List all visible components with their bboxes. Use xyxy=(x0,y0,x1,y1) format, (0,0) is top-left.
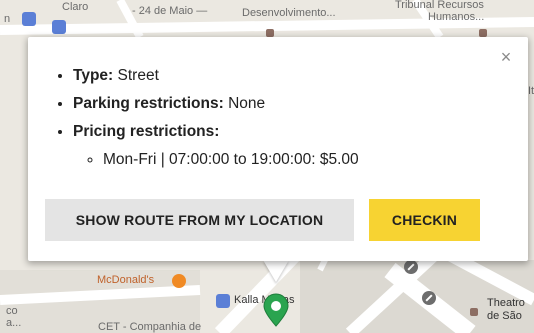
map-label-mcdonalds: McDonald's xyxy=(97,274,155,286)
show-route-button[interactable]: SHOW ROUTE FROM MY LOCATION xyxy=(45,199,354,241)
parking-details: Type: Street Parking restrictions: None … xyxy=(73,67,359,179)
close-icon[interactable]: × xyxy=(496,47,516,67)
map-label-right: It xyxy=(528,85,534,97)
map-label-tribunal: Tribunal Recursos xyxy=(395,0,484,11)
location-marker-icon[interactable] xyxy=(262,293,290,327)
map-label-claro: Claro xyxy=(62,1,89,13)
parking-restrictions-value: None xyxy=(228,95,266,112)
parking-restrictions-label: Parking restrictions: xyxy=(73,95,224,112)
no-entry-icon xyxy=(422,291,436,305)
shop-icon xyxy=(216,294,230,308)
map-label-humanos: Humanos... xyxy=(428,11,485,23)
info-window: × Type: Street Parking restrictions: Non… xyxy=(28,37,528,261)
pricing-restrictions-row: Pricing restrictions: Mon-Fri | 07:00:00… xyxy=(73,123,359,169)
type-row: Type: Street xyxy=(73,67,359,85)
map-label-n: n xyxy=(4,13,11,25)
pricing-restrictions-label: Pricing restrictions: xyxy=(73,123,220,140)
map-label-theatro: Theatro xyxy=(487,297,525,309)
map-label-a: a... xyxy=(6,317,22,329)
building-icon xyxy=(266,29,274,37)
type-value: Street xyxy=(117,67,159,84)
map-label-street: - 24 de Maio — xyxy=(132,5,208,17)
map-label-desenvolvimento: Desenvolvimento... xyxy=(242,7,336,19)
pricing-item: Mon-Fri | 07:00:00 to 19:00:00: $5.00 xyxy=(103,151,359,169)
building-icon xyxy=(479,29,487,37)
map-label-co: co xyxy=(6,305,18,317)
theatre-icon xyxy=(470,308,478,316)
shop-icon xyxy=(22,12,36,26)
type-label: Type: xyxy=(73,67,114,84)
info-window-tail xyxy=(263,260,289,282)
map-label-cet: CET - Companhia de xyxy=(98,321,202,333)
pricing-list: Mon-Fri | 07:00:00 to 19:00:00: $5.00 xyxy=(103,151,359,169)
restaurant-icon xyxy=(172,274,186,288)
map-label-de-sao: de São xyxy=(487,310,522,322)
parking-restrictions-row: Parking restrictions: None xyxy=(73,95,359,113)
shop-icon xyxy=(52,20,66,34)
no-entry-icon xyxy=(404,260,418,274)
checkin-button[interactable]: CHECKIN xyxy=(369,199,480,241)
